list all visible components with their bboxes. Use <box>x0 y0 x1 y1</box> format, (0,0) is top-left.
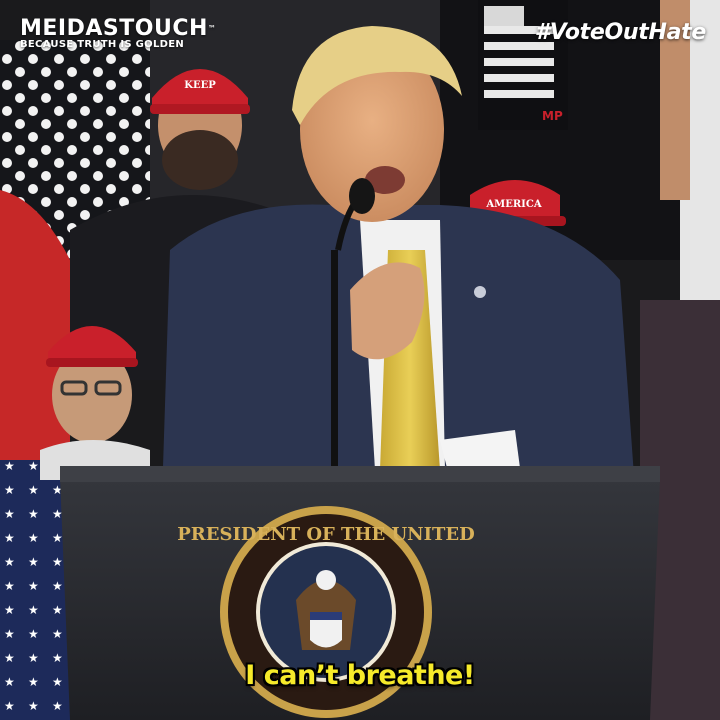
video-frame: ★ <box>0 0 720 720</box>
logo-brand: MEIDASTOUCH <box>20 16 208 41</box>
subtitle-text: I can’t breathe! <box>245 660 475 691</box>
svg-text:KEEP: KEEP <box>184 80 216 91</box>
meidastouch-logo: MEIDASTOUCH™ BECAUSE TRUTH IS GOLDEN <box>20 18 216 51</box>
svg-text:AMERICA: AMERICA <box>485 199 541 210</box>
subtitle-caption: I can’t breathe! <box>0 660 720 691</box>
hashtag-label: #VoteOutHate <box>534 20 707 45</box>
rally-scene: ★ <box>0 0 720 720</box>
logo-trademark: ™ <box>207 24 217 33</box>
svg-text:MP: MP <box>542 109 563 123</box>
seal-text: PRESIDENT OF THE UNITED <box>177 524 474 545</box>
